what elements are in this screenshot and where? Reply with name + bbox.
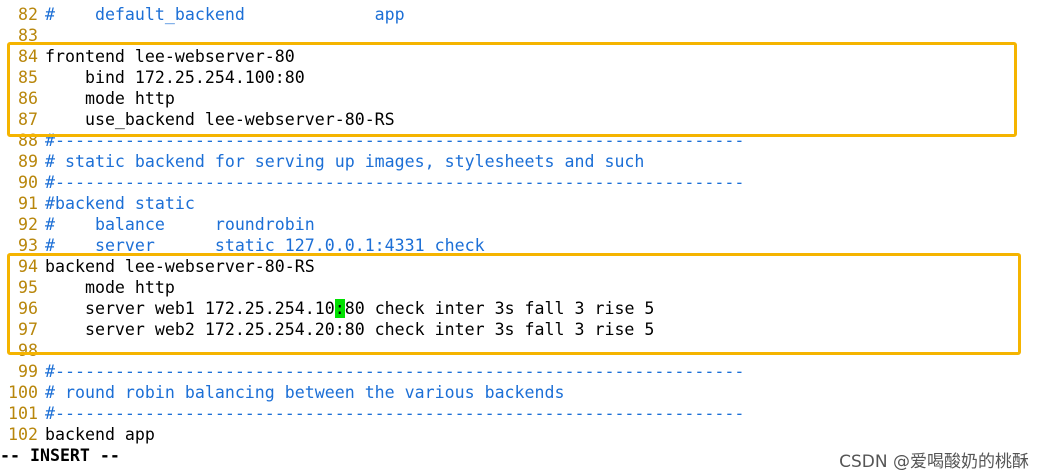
code-text: mode http <box>45 89 175 108</box>
code-text: frontend lee-webserver-80 <box>45 47 295 66</box>
comment-text: #backend static <box>45 194 195 213</box>
code-text: server web2 172.25.254.20:80 check inter… <box>45 320 655 339</box>
line-number: 97 <box>18 320 38 339</box>
code-text: backend lee-webserver-80-RS <box>45 257 315 276</box>
editor-line[interactable]: 85 bind 172.25.254.100:80 <box>0 67 1037 88</box>
comment-text: # default_backend app <box>45 5 405 24</box>
line-number: 92 <box>18 215 38 234</box>
line-number: 87 <box>18 110 38 129</box>
line-number: 95 <box>18 278 38 297</box>
editor-line[interactable]: 95 mode http <box>0 277 1037 298</box>
comment-text: #---------------------------------------… <box>45 131 745 150</box>
editor-line[interactable]: 98 <box>0 340 1037 361</box>
code-text: mode http <box>45 278 175 297</box>
editor-line[interactable]: 82 # default_backend app <box>0 4 1037 25</box>
line-number: 100 <box>8 383 38 402</box>
comment-text: #---------------------------------------… <box>45 173 745 192</box>
line-number: 96 <box>18 299 38 318</box>
code-text: server web1 172.25.254.10 <box>45 299 335 318</box>
editor-line[interactable]: 83 <box>0 25 1037 46</box>
editor-line[interactable]: 86 mode http <box>0 88 1037 109</box>
comment-text: #---------------------------------------… <box>45 362 745 381</box>
editor-line[interactable]: 100 # round robin balancing between the v… <box>0 382 1037 403</box>
editor-line[interactable]: 89 # static backend for serving up images… <box>0 151 1037 172</box>
editor-line[interactable]: 102 backend app <box>0 424 1037 445</box>
editor-line[interactable]: 101 #------------------------------------… <box>0 403 1037 424</box>
editor-line[interactable]: 84 frontend lee-webserver-80 <box>0 46 1037 67</box>
line-number: 89 <box>18 152 38 171</box>
editor-line[interactable]: 91 #backend static <box>0 193 1037 214</box>
line-number: 91 <box>18 194 38 213</box>
code-text: backend app <box>45 425 155 444</box>
editor-line[interactable]: 99 #-------------------------------------… <box>0 361 1037 382</box>
line-number: 93 <box>18 236 38 255</box>
line-number: 99 <box>18 362 38 381</box>
line-number: 98 <box>18 341 38 360</box>
line-number: 102 <box>8 425 38 444</box>
line-number: 90 <box>18 173 38 192</box>
code-text: use_backend lee-webserver-80-RS <box>45 110 395 129</box>
comment-text: # server static 127.0.0.1:4331 check <box>45 236 485 255</box>
text-cursor: : <box>334 299 345 318</box>
comment-text: #---------------------------------------… <box>45 404 745 423</box>
editor-line[interactable]: 94 backend lee-webserver-80-RS <box>0 256 1037 277</box>
comment-text: # round robin balancing between the vari… <box>45 383 565 402</box>
comment-text: # balance roundrobin <box>45 215 315 234</box>
editor-line[interactable]: 97 server web2 172.25.254.20:80 check in… <box>0 319 1037 340</box>
line-number: 94 <box>18 257 38 276</box>
watermark: CSDN @爱喝酸奶的桃酥 <box>839 452 1029 472</box>
code-text: 80 check inter 3s fall 3 rise 5 <box>344 299 655 318</box>
line-number: 85 <box>18 68 38 87</box>
line-number: 88 <box>18 131 38 150</box>
line-number: 86 <box>18 89 38 108</box>
line-number: 82 <box>18 5 38 24</box>
line-number: 84 <box>18 47 38 66</box>
code-text: bind 172.25.254.100:80 <box>45 68 305 87</box>
editor-line[interactable]: 93 # server static 127.0.0.1:4331 check <box>0 235 1037 256</box>
line-number: 83 <box>18 26 38 45</box>
editor-line[interactable]: 96 server web1 172.25.254.10:80 check in… <box>0 298 1037 319</box>
line-number: 101 <box>8 404 38 423</box>
editor-line[interactable]: 92 # balance roundrobin <box>0 214 1037 235</box>
vim-mode-status: -- INSERT -- <box>0 446 120 465</box>
editor-line[interactable]: 88 #-------------------------------------… <box>0 130 1037 151</box>
editor-line[interactable]: 87 use_backend lee-webserver-80-RS <box>0 109 1037 130</box>
comment-text: # static backend for serving up images, … <box>45 152 645 171</box>
vim-editor[interactable]: 82 # default_backend app 83 84 frontend lee-… <box>0 4 1037 445</box>
editor-line[interactable]: 90 #-------------------------------------… <box>0 172 1037 193</box>
